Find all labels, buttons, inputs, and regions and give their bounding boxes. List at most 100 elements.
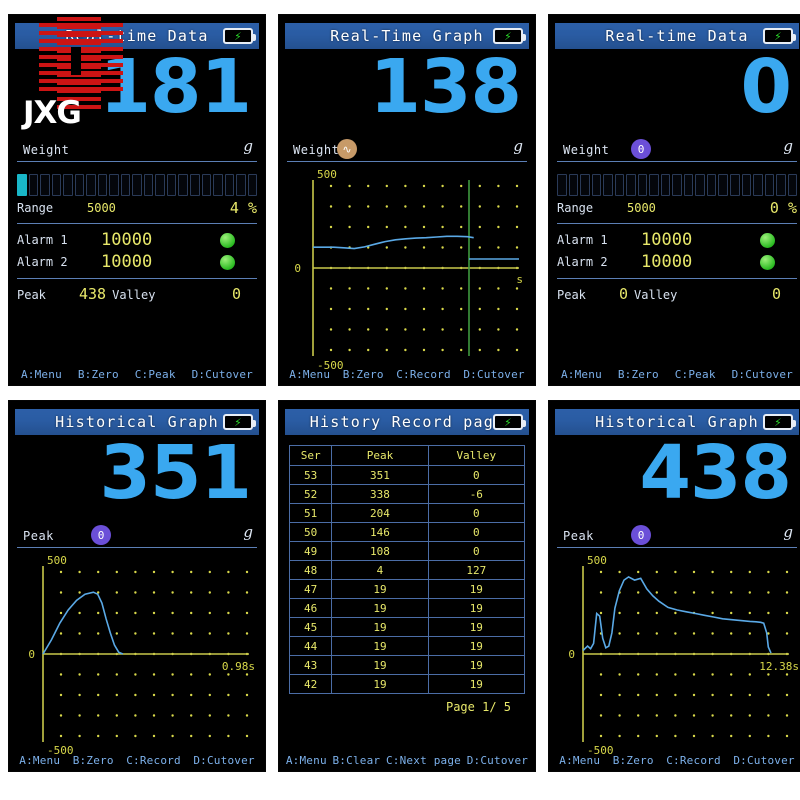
alarm-1-row[interactable]: Alarm 1 10000 bbox=[557, 230, 797, 250]
alarm-2-row[interactable]: Alarm 2 10000 bbox=[17, 252, 257, 272]
bar-segment bbox=[40, 174, 50, 196]
unit-label: g bbox=[783, 137, 793, 155]
cell-ser: 53 bbox=[288, 465, 333, 485]
table-row[interactable]: 49 108 0 bbox=[288, 541, 526, 561]
historical-chart-2-svg: 500 0 -500 12.38s bbox=[568, 554, 799, 757]
alarm-2-row[interactable]: Alarm 2 10000 bbox=[557, 252, 797, 272]
battery-charging-icon: ⚡ bbox=[223, 414, 256, 430]
softkey-c[interactable]: C:Record bbox=[396, 368, 451, 381]
alarm-1-led bbox=[220, 232, 235, 248]
bar-segment bbox=[97, 174, 108, 196]
softkey-c[interactable]: C:Peak bbox=[135, 368, 176, 381]
softkey-a[interactable]: A:Menu bbox=[559, 754, 600, 767]
table-row[interactable]: 46 19 19 bbox=[288, 598, 526, 618]
unit-label: g bbox=[243, 523, 253, 541]
panel-realtime-data-2: Real-time Data ⚡ 0 Weight 0 g Range 5000… bbox=[548, 14, 800, 386]
softkey-d[interactable]: D:Cutover bbox=[732, 368, 793, 381]
cell-peak: 19 bbox=[331, 636, 429, 656]
softkey-d[interactable]: D:Cutover bbox=[463, 368, 524, 381]
panel-realtime-graph: Real-Time Graph ⚡ 138 Weight ∿ g 500 0 -… bbox=[278, 14, 536, 386]
bar-segment bbox=[776, 174, 786, 196]
cell-ser: 48 bbox=[288, 560, 333, 580]
bar-segment bbox=[649, 174, 659, 196]
valley-value: 0 bbox=[771, 285, 781, 303]
bar-segment bbox=[224, 174, 235, 196]
battery-charging-icon: ⚡ bbox=[763, 414, 796, 430]
bar-gauge bbox=[17, 174, 258, 196]
bar-segment bbox=[764, 174, 775, 196]
bar-segment bbox=[28, 174, 39, 196]
softkey-d[interactable]: D:Cutover bbox=[733, 754, 794, 767]
table-row[interactable]: 51 204 0 bbox=[288, 503, 526, 523]
data-trace bbox=[313, 235, 474, 250]
softkey-b[interactable]: B:Zero bbox=[73, 754, 114, 767]
softkey-b[interactable]: B:Clear bbox=[332, 754, 380, 767]
y-zero-label: 0 bbox=[28, 648, 35, 661]
bar-segment bbox=[236, 174, 246, 196]
cell-valley: -6 bbox=[427, 484, 526, 504]
primary-value: 438 bbox=[639, 430, 792, 516]
bar-segment bbox=[706, 174, 717, 196]
range-percent: 0 % bbox=[769, 199, 797, 217]
softkey-b[interactable]: B:Zero bbox=[618, 368, 659, 381]
softkey-b[interactable]: B:Zero bbox=[343, 368, 384, 381]
range-value: 5000 bbox=[87, 201, 116, 215]
table-row[interactable]: 43 19 19 bbox=[288, 655, 526, 675]
bolt-glyph: ⚡ bbox=[234, 29, 242, 43]
table-row[interactable]: 47 19 19 bbox=[288, 579, 526, 599]
table-row[interactable]: 45 19 19 bbox=[288, 617, 526, 637]
softkey-a[interactable]: A:Menu bbox=[19, 754, 60, 767]
alarm-2-led bbox=[220, 254, 235, 270]
mode-label: Peak bbox=[563, 529, 594, 543]
bar-segment bbox=[557, 174, 567, 196]
softkey-c[interactable]: C:Record bbox=[126, 754, 181, 767]
table-row[interactable]: 48 4 127 bbox=[288, 560, 526, 580]
table-row[interactable]: 52 338 -6 bbox=[288, 484, 526, 504]
softkey-a[interactable]: A:Menu bbox=[289, 368, 330, 381]
bar-segment bbox=[109, 174, 119, 196]
y-max-label: 500 bbox=[47, 554, 67, 567]
panel-historical-graph-2: Historical Graph ⚡ 438 Peak 0 g 500 0 -5… bbox=[548, 400, 800, 772]
cell-valley: 19 bbox=[427, 579, 526, 599]
bar-segment bbox=[189, 174, 200, 196]
cell-peak: 19 bbox=[331, 655, 429, 675]
softkey-a[interactable]: A:Menu bbox=[21, 368, 62, 381]
softkey-a[interactable]: A:Menu bbox=[561, 368, 602, 381]
alarm-1-value: 10000 bbox=[641, 230, 693, 250]
bar-segment bbox=[683, 174, 694, 196]
divider-1 bbox=[557, 223, 797, 224]
battery-charging-icon: ⚡ bbox=[763, 28, 796, 44]
softkey-d[interactable]: D:Cutover bbox=[192, 368, 253, 381]
cell-ser: 43 bbox=[288, 655, 333, 675]
panel-realtime-data-1: JXG Real-time Data ⚡ 181 Weight g Range … bbox=[8, 14, 266, 386]
softkey-b[interactable]: B:Zero bbox=[78, 368, 119, 381]
table-row[interactable]: 42 19 19 bbox=[288, 674, 526, 694]
softkey-c[interactable]: C:Record bbox=[666, 754, 721, 767]
mode-label: Peak bbox=[23, 529, 54, 543]
bar-segment bbox=[74, 174, 85, 196]
peak-valley-row: Peak 438 Valley 0 bbox=[17, 285, 257, 303]
page-title: Real-Time Graph bbox=[330, 27, 484, 45]
bar-segment bbox=[660, 174, 671, 196]
bar-segment bbox=[132, 174, 142, 196]
softkey-a[interactable]: A:Menu bbox=[286, 754, 327, 767]
x-axis-label: 0.98s bbox=[222, 660, 255, 673]
alarm-1-row[interactable]: Alarm 1 10000 bbox=[17, 230, 257, 250]
softkey-d[interactable]: D:Cutover bbox=[467, 754, 528, 767]
bar-segment bbox=[201, 174, 212, 196]
alarm-1-led bbox=[760, 232, 775, 248]
cell-peak: 19 bbox=[331, 617, 429, 637]
bolt-glyph: ⚡ bbox=[504, 29, 512, 43]
cell-ser: 49 bbox=[288, 541, 333, 561]
softkey-c[interactable]: C:Peak bbox=[675, 368, 716, 381]
cell-peak: 108 bbox=[331, 541, 429, 561]
bar-segment bbox=[741, 174, 752, 196]
table-row[interactable]: 50 146 0 bbox=[288, 522, 526, 542]
bar-segment bbox=[695, 174, 705, 196]
table-row[interactable]: 53 351 0 bbox=[288, 465, 526, 485]
softkey-b[interactable]: B:Zero bbox=[613, 754, 654, 767]
bolt-glyph: ⚡ bbox=[504, 415, 512, 429]
table-row[interactable]: 44 19 19 bbox=[288, 636, 526, 656]
softkey-c[interactable]: C:Next page bbox=[386, 754, 461, 767]
softkey-d[interactable]: D:Cutover bbox=[193, 754, 254, 767]
